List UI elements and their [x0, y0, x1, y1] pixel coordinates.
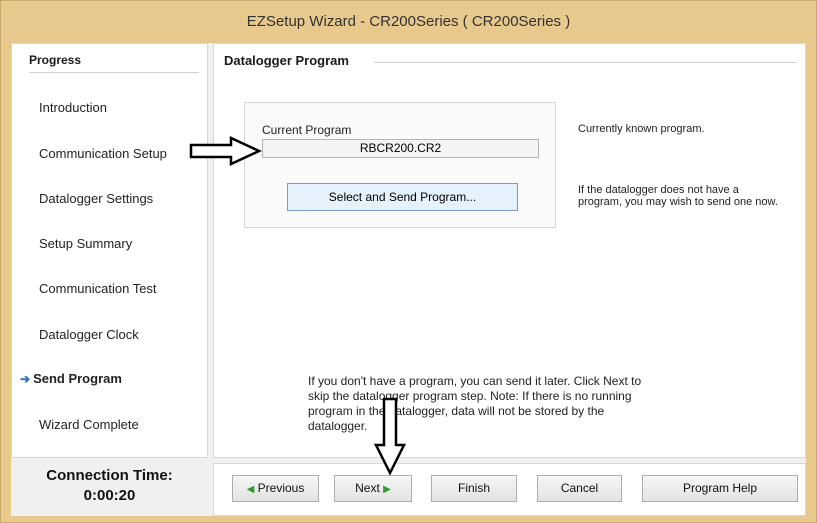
step-send-program-label: Send Program	[33, 371, 122, 386]
current-program-description: Currently known program.	[578, 123, 705, 135]
step-datalogger-clock[interactable]: Datalogger Clock	[39, 327, 139, 342]
info-text: If you don't have a program, you can sen…	[308, 374, 642, 433]
arrow-right-icon: ➔	[20, 372, 31, 386]
progress-title: Progress	[29, 53, 82, 67]
connection-time-label: Connection Time:	[46, 467, 173, 484]
current-program-field: RBCR200.CR2	[262, 139, 539, 158]
page-title: Datalogger Program	[224, 53, 349, 68]
triangle-right-icon: ▶	[383, 484, 391, 495]
triangle-left-icon: ◀	[246, 484, 255, 495]
connection-time-value: 0:00:20	[83, 487, 136, 504]
program-help-button[interactable]: Program Help	[642, 475, 798, 502]
connection-time: Connection Time: 0:00:20	[11, 466, 208, 506]
next-label: Next	[355, 481, 380, 495]
navigation-bar: ◀ Previous Next ▶ Finish Cancel Program …	[213, 463, 806, 516]
step-wizard-complete[interactable]: Wizard Complete	[39, 417, 139, 432]
step-datalogger-settings[interactable]: Datalogger Settings	[39, 191, 153, 206]
content-panel: Datalogger Program Current Program RBCR2…	[213, 43, 806, 458]
progress-panel: Progress Introduction Communication Setu…	[11, 43, 208, 458]
progress-divider	[29, 72, 199, 73]
step-communication-setup[interactable]: Communication Setup	[39, 146, 167, 161]
current-program-label: Current Program	[262, 123, 352, 137]
step-communication-test[interactable]: Communication Test	[39, 281, 157, 296]
wizard-window: EZSetup Wizard - CR200Series ( CR200Seri…	[0, 0, 817, 523]
step-send-program[interactable]: ➔ Send Program	[20, 371, 122, 386]
program-group: Current Program RBCR200.CR2 Select and S…	[244, 102, 556, 228]
next-button[interactable]: Next ▶	[334, 475, 412, 502]
select-send-program-button[interactable]: Select and Send Program...	[287, 183, 518, 211]
cancel-button[interactable]: Cancel	[537, 475, 622, 502]
step-introduction[interactable]: Introduction	[39, 100, 107, 115]
title-divider	[374, 62, 797, 63]
finish-button[interactable]: Finish	[431, 475, 517, 502]
step-setup-summary[interactable]: Setup Summary	[39, 236, 132, 251]
send-program-description: If the datalogger does not have a progra…	[578, 184, 778, 208]
previous-label: Previous	[257, 481, 305, 495]
window-client: Progress Introduction Communication Setu…	[11, 43, 806, 516]
window-title: EZSetup Wizard - CR200Series ( CR200Seri…	[246, 13, 571, 30]
previous-button[interactable]: ◀ Previous	[232, 475, 319, 502]
